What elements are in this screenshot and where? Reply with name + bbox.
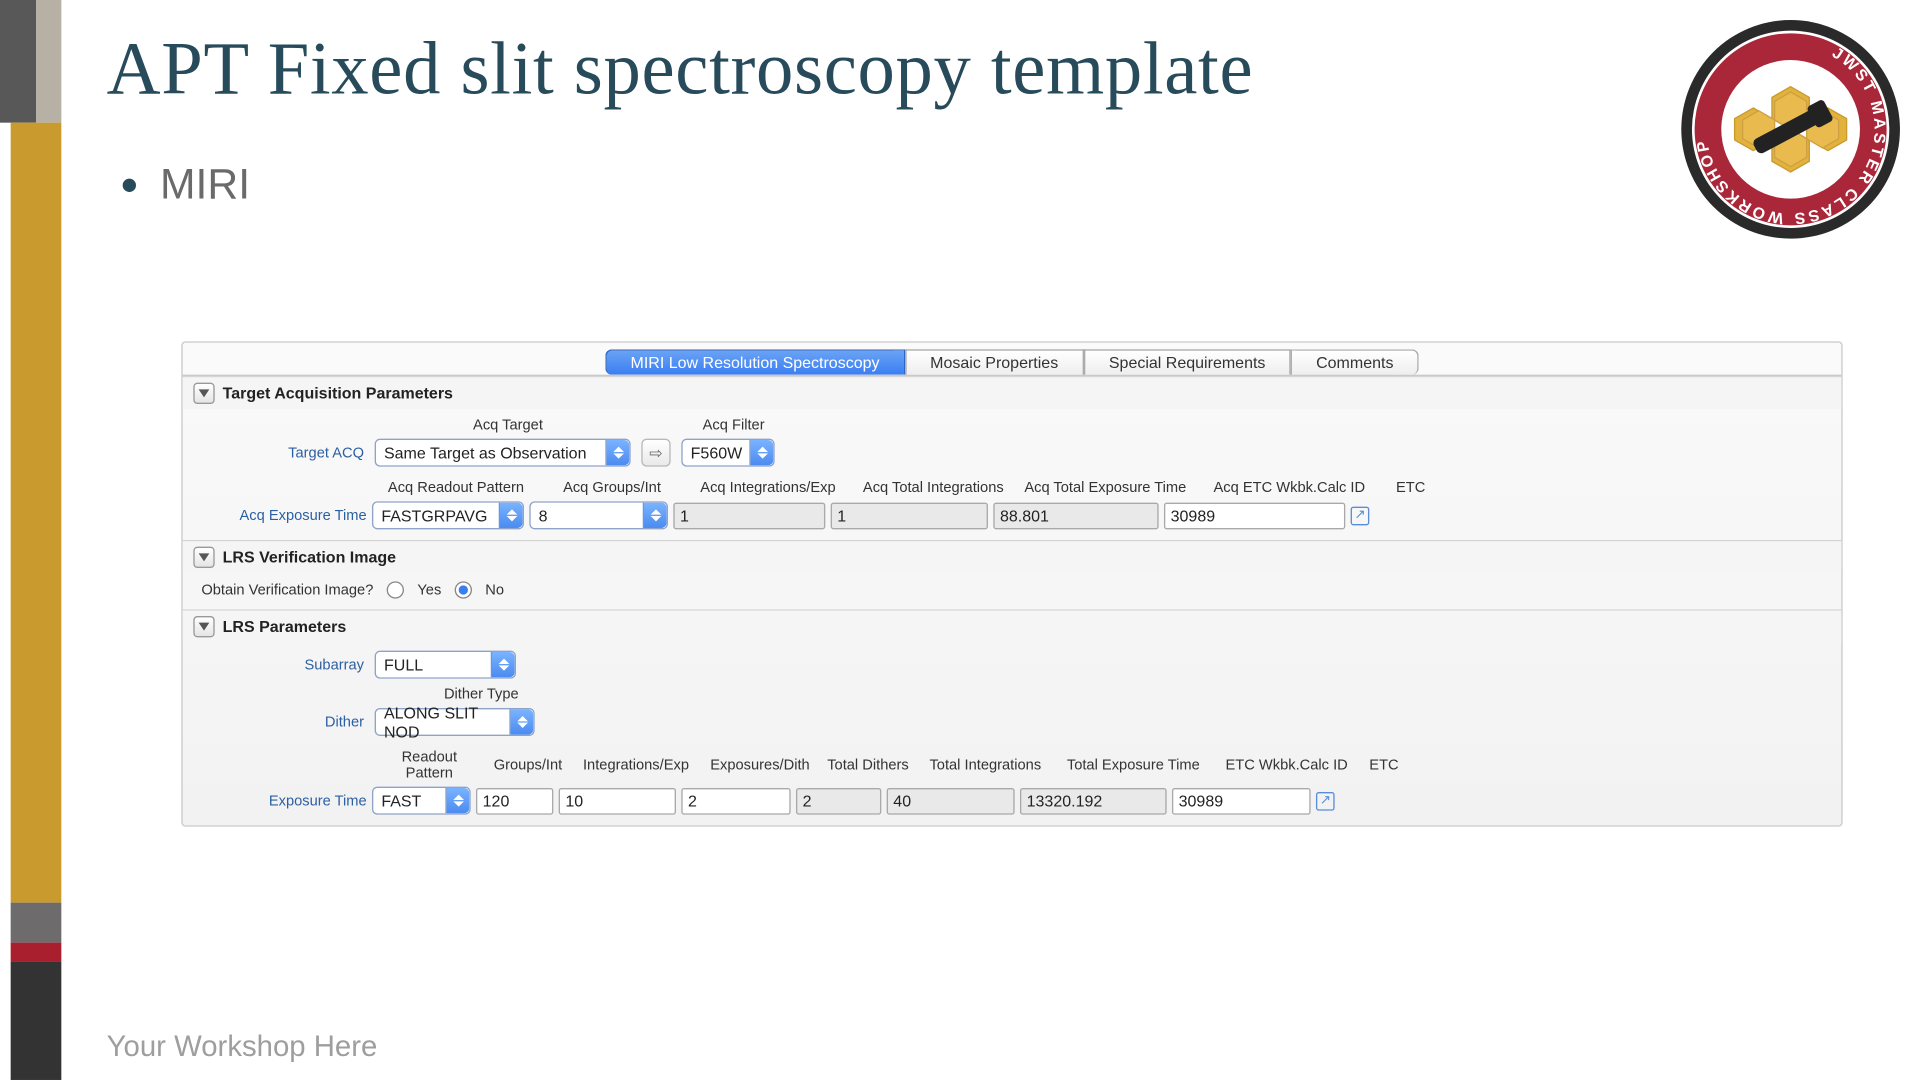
bullet-item: MIRI: [123, 160, 250, 209]
acq-readout-select[interactable]: FASTGRPAVG: [372, 501, 524, 529]
lrs-calcid-field[interactable]: 30989: [1172, 787, 1311, 814]
lrs-etc-link-icon[interactable]: ↗: [1316, 791, 1335, 810]
lrs-totaldith-field: 2: [796, 787, 881, 814]
acq-totalints-field: 1: [831, 502, 988, 529]
lrs-calcid-header: ETC Wkbk.Calc ID: [1215, 757, 1359, 773]
subarray-label: Subarray: [201, 657, 364, 673]
acq-groups-header: Acq Groups/Int: [540, 480, 684, 496]
lrs-etc-header: ETC: [1364, 757, 1404, 773]
lrs-exptime-label: Exposure Time: [201, 793, 366, 809]
tab-special[interactable]: Special Requirements: [1084, 349, 1291, 374]
tab-bar: MIRI Low Resolution Spectroscopy Mosaic …: [183, 343, 1842, 376]
verify-yes-radio[interactable]: [387, 581, 404, 598]
slide: APT Fixed slit spectroscopy template MIR…: [0, 0, 1920, 1080]
obtain-verify-label: Obtain Verification Image?: [201, 582, 373, 598]
lrs-totalexp-field: 13320.192: [1020, 787, 1167, 814]
lrs-intsexp-header: Integrations/Exp: [575, 757, 698, 773]
subarray-select[interactable]: FULL: [375, 651, 516, 679]
acq-intsexp-header: Acq Integrations/Exp: [689, 480, 846, 496]
acq-etc-link-icon[interactable]: ↗: [1351, 506, 1370, 525]
lrs-groups-field[interactable]: 120: [476, 787, 553, 814]
lrs-readout-header: Readout Pattern: [377, 749, 481, 781]
verify-yes-label: Yes: [417, 582, 441, 598]
collapse-toggle[interactable]: [193, 383, 214, 404]
verify-no-label: No: [485, 582, 504, 598]
verify-no-radio[interactable]: [455, 581, 472, 598]
lrs-expdith-header: Exposures/Dith: [703, 757, 818, 773]
acq-calcid-header: Acq ETC Wkbk.Calc ID: [1196, 480, 1383, 496]
acq-target-header: Acq Target: [375, 417, 642, 433]
dither-label: Dither: [201, 714, 364, 730]
target-acq-select[interactable]: Same Target as Observation: [375, 439, 631, 467]
acq-calcid-field[interactable]: 30989: [1164, 502, 1345, 529]
jwst-logo: JWST MASTER CLASS WORKSHOP: [1677, 16, 1904, 243]
side-decor: [0, 0, 61, 1080]
section-title: LRS Verification Image: [223, 548, 396, 567]
acq-totalexp-header: Acq Total Exposure Time: [1020, 480, 1191, 496]
section-title: Target Acquisition Parameters: [223, 384, 453, 403]
section-lrs: LRS Parameters Subarray FULL Dither Type…: [183, 609, 1842, 825]
bullet-dot-icon: [123, 178, 136, 191]
tab-mosaic[interactable]: Mosaic Properties: [905, 349, 1084, 374]
chevron-down-icon: [199, 553, 210, 561]
target-acq-next-button[interactable]: ⇨: [641, 439, 670, 467]
footer-text: Your Workshop Here: [107, 1029, 378, 1064]
chevron-down-icon: [199, 623, 210, 631]
acq-etc-header: ETC: [1388, 480, 1433, 496]
lrs-totalints-header: Total Integrations: [919, 757, 1052, 773]
section-title: LRS Parameters: [223, 617, 347, 636]
bullet-text: MIRI: [160, 160, 250, 209]
lrs-groups-header: Groups/Int: [487, 757, 570, 773]
acq-totalexp-field: 88.801: [993, 502, 1158, 529]
lrs-readout-select[interactable]: FAST: [372, 787, 471, 815]
apt-panel: MIRI Low Resolution Spectroscopy Mosaic …: [181, 341, 1842, 826]
dither-type-header: Dither Type: [375, 687, 588, 703]
section-verify: LRS Verification Image Obtain Verificati…: [183, 540, 1842, 609]
lrs-expdith-field[interactable]: 2: [681, 787, 790, 814]
dither-select[interactable]: ALONG SLIT NOD: [375, 708, 535, 736]
target-acq-label: Target ACQ: [201, 445, 364, 461]
acq-groups-select[interactable]: 8: [529, 501, 668, 529]
collapse-toggle[interactable]: [193, 616, 214, 637]
acq-readout-header: Acq Readout Pattern: [377, 480, 534, 496]
lrs-totalints-field: 40: [887, 787, 1015, 814]
tab-comments[interactable]: Comments: [1291, 349, 1419, 374]
section-acq: Target Acquisition Parameters Acq Target…: [183, 376, 1842, 540]
acq-totalints-header: Acq Total Integrations: [852, 480, 1015, 496]
collapse-toggle[interactable]: [193, 547, 214, 568]
acq-filter-select[interactable]: F560W: [681, 439, 774, 467]
lrs-totaldith-header: Total Dithers: [823, 757, 914, 773]
page-title: APT Fixed slit spectroscopy template: [107, 27, 1254, 112]
acq-filter-header: Acq Filter: [703, 417, 823, 433]
tab-miri-lrs[interactable]: MIRI Low Resolution Spectroscopy: [605, 349, 905, 374]
acq-intsexp-field: 1: [673, 502, 825, 529]
lrs-totalexp-header: Total Exposure Time: [1057, 757, 1209, 773]
lrs-intsexp-field[interactable]: 10: [559, 787, 676, 814]
chevron-down-icon: [199, 389, 210, 397]
acq-exptime-label: Acq Exposure Time: [201, 507, 366, 523]
